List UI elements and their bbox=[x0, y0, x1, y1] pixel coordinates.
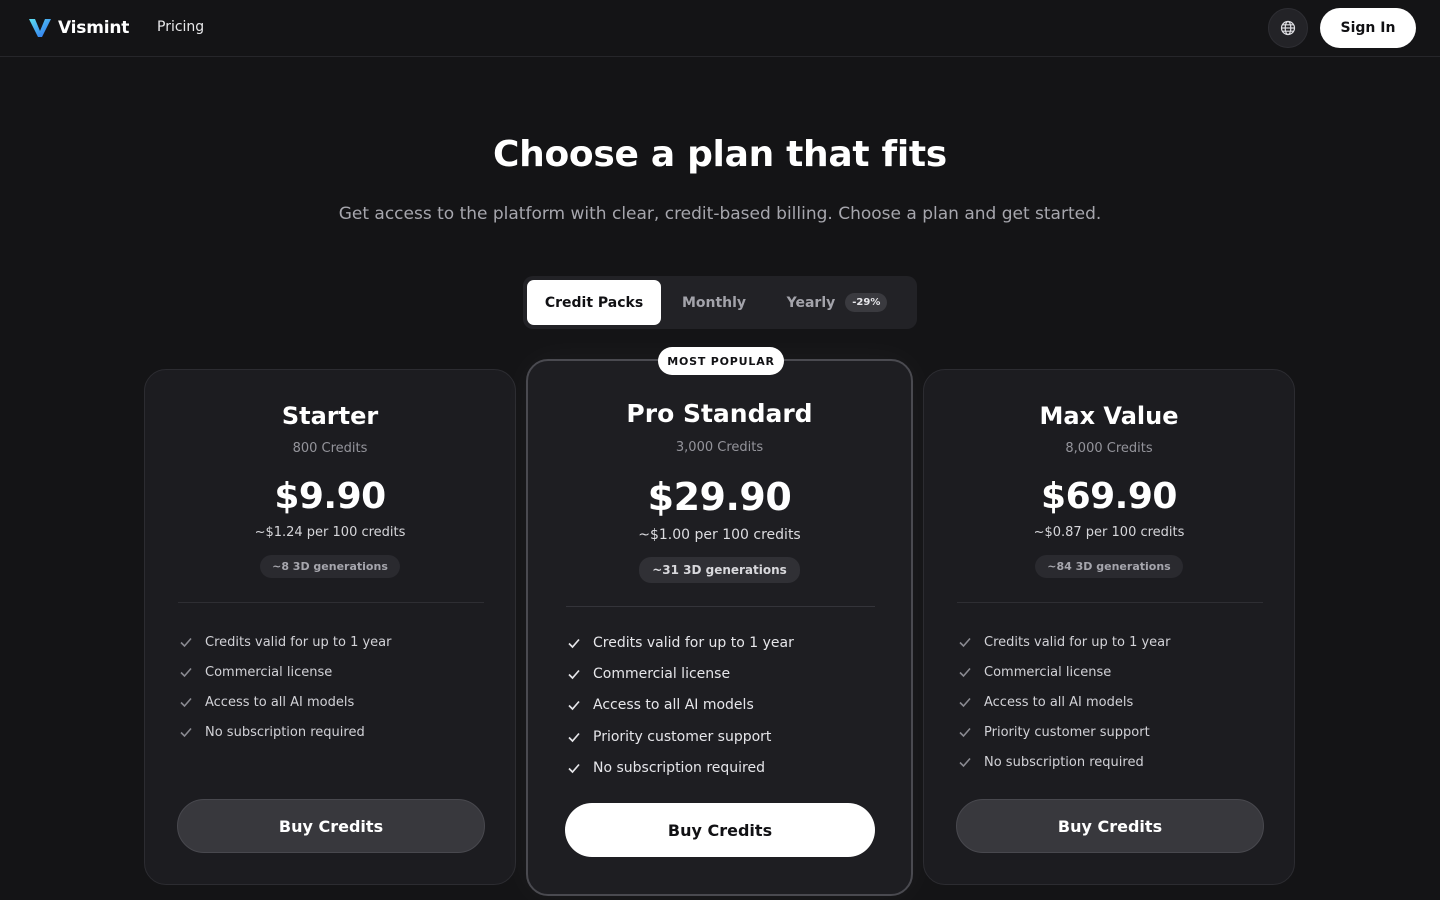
list-item: Access to all AI models bbox=[179, 687, 392, 717]
brand-logo[interactable]: Vismint bbox=[28, 17, 129, 39]
feature-text: Credits valid for up to 1 year bbox=[984, 634, 1171, 650]
list-item: Access to all AI models bbox=[567, 690, 794, 721]
card-divider bbox=[957, 602, 1263, 603]
list-item: Priority customer support bbox=[958, 717, 1171, 747]
feature-text: Access to all AI models bbox=[984, 694, 1134, 710]
check-icon bbox=[180, 667, 192, 678]
list-item: Credits valid for up to 1 year bbox=[179, 627, 392, 657]
list-item: No subscription required bbox=[958, 747, 1171, 777]
page-title: Choose a plan that fits bbox=[493, 134, 947, 175]
feature-list: Credits valid for up to 1 year Commercia… bbox=[567, 627, 794, 783]
plan-name: Pro Standard bbox=[626, 399, 813, 428]
plan-price: $69.90 bbox=[1041, 476, 1177, 517]
v-logo-icon bbox=[29, 19, 51, 37]
check-icon bbox=[959, 757, 971, 768]
list-item: No subscription required bbox=[179, 717, 392, 747]
generations-badge: ~8 3D generations bbox=[260, 555, 400, 578]
list-item: No subscription required bbox=[567, 752, 794, 783]
check-icon bbox=[180, 637, 192, 648]
check-icon bbox=[180, 697, 192, 708]
price-per-100: ~$1.00 per 100 credits bbox=[638, 527, 801, 543]
buy-credits-button[interactable]: Buy Credits bbox=[177, 799, 485, 853]
feature-text: No subscription required bbox=[205, 724, 365, 740]
nav-pricing-link[interactable]: Pricing bbox=[157, 19, 204, 35]
plan-price: $29.90 bbox=[647, 475, 792, 519]
check-icon bbox=[568, 732, 580, 742]
list-item: Commercial license bbox=[958, 657, 1171, 687]
check-icon bbox=[959, 697, 971, 708]
feature-list: Credits valid for up to 1 year Commercia… bbox=[179, 627, 392, 747]
feature-text: Access to all AI models bbox=[205, 694, 355, 710]
discount-badge: -29% bbox=[845, 293, 888, 312]
language-button[interactable] bbox=[1268, 8, 1308, 48]
check-icon bbox=[568, 638, 580, 648]
feature-text: Commercial license bbox=[984, 664, 1112, 680]
plan-name: Max Value bbox=[1039, 402, 1179, 430]
generations-badge: ~31 3D generations bbox=[639, 557, 800, 583]
feature-text: Commercial license bbox=[593, 665, 731, 682]
price-per-100: ~$0.87 per 100 credits bbox=[1033, 525, 1185, 540]
feature-text: Credits valid for up to 1 year bbox=[205, 634, 392, 650]
card-divider bbox=[178, 602, 484, 603]
generations-wrap: ~31 3D generations bbox=[528, 557, 911, 583]
top-header: Vismint Pricing Sign In bbox=[0, 0, 1440, 57]
tab-yearly[interactable]: Yearly -29% bbox=[773, 280, 901, 325]
generations-wrap: ~84 3D generations bbox=[923, 555, 1295, 578]
check-icon bbox=[959, 727, 971, 738]
most-popular-badge: MOST POPULAR bbox=[658, 347, 784, 375]
feature-list: Credits valid for up to 1 year Commercia… bbox=[958, 627, 1171, 777]
list-item: Access to all AI models bbox=[958, 687, 1171, 717]
tab-credit-packs[interactable]: Credit Packs bbox=[527, 280, 661, 325]
list-item: Credits valid for up to 1 year bbox=[567, 627, 794, 658]
plan-credits: 3,000 Credits bbox=[675, 440, 764, 455]
brand-name: Vismint bbox=[58, 18, 130, 38]
list-item: Commercial license bbox=[179, 657, 392, 687]
tab-yearly-label: Yearly bbox=[786, 294, 836, 311]
plan-credits: 8,000 Credits bbox=[1065, 441, 1153, 456]
plan-price: $9.90 bbox=[274, 476, 386, 517]
check-icon bbox=[180, 727, 192, 738]
check-icon bbox=[959, 637, 971, 648]
tab-monthly[interactable]: Monthly bbox=[669, 280, 759, 325]
feature-text: Commercial license bbox=[205, 664, 333, 680]
feature-text: Credits valid for up to 1 year bbox=[593, 634, 794, 651]
feature-text: Priority customer support bbox=[984, 724, 1150, 740]
check-icon bbox=[568, 701, 580, 711]
check-icon bbox=[568, 763, 580, 774]
list-item: Credits valid for up to 1 year bbox=[958, 627, 1171, 657]
card-divider bbox=[566, 606, 875, 607]
globe-icon bbox=[1280, 20, 1296, 36]
generations-wrap: ~8 3D generations bbox=[144, 555, 516, 578]
feature-text: No subscription required bbox=[593, 759, 765, 776]
check-icon bbox=[959, 667, 971, 678]
plan-name: Starter bbox=[281, 402, 379, 430]
page-subtitle: Get access to the platform with clear, c… bbox=[338, 204, 1102, 224]
buy-credits-button[interactable]: Buy Credits bbox=[565, 803, 875, 857]
price-per-100: ~$1.24 per 100 credits bbox=[254, 525, 406, 540]
sign-in-button[interactable]: Sign In bbox=[1320, 8, 1416, 48]
plan-card-pro-standard: MOST POPULAR Pro Standard 3,000 Credits … bbox=[526, 347, 913, 896]
generations-badge: ~84 3D generations bbox=[1035, 555, 1183, 578]
plan-credits: 800 Credits bbox=[292, 441, 368, 456]
feature-text: Priority customer support bbox=[593, 728, 772, 745]
list-item: Priority customer support bbox=[567, 721, 794, 752]
list-item: Commercial license bbox=[567, 658, 794, 689]
billing-toggle: Credit Packs Monthly Yearly -29% bbox=[523, 276, 917, 329]
feature-text: No subscription required bbox=[984, 754, 1144, 770]
buy-credits-button[interactable]: Buy Credits bbox=[956, 799, 1264, 853]
feature-text: Access to all AI models bbox=[593, 697, 754, 714]
check-icon bbox=[568, 669, 580, 680]
